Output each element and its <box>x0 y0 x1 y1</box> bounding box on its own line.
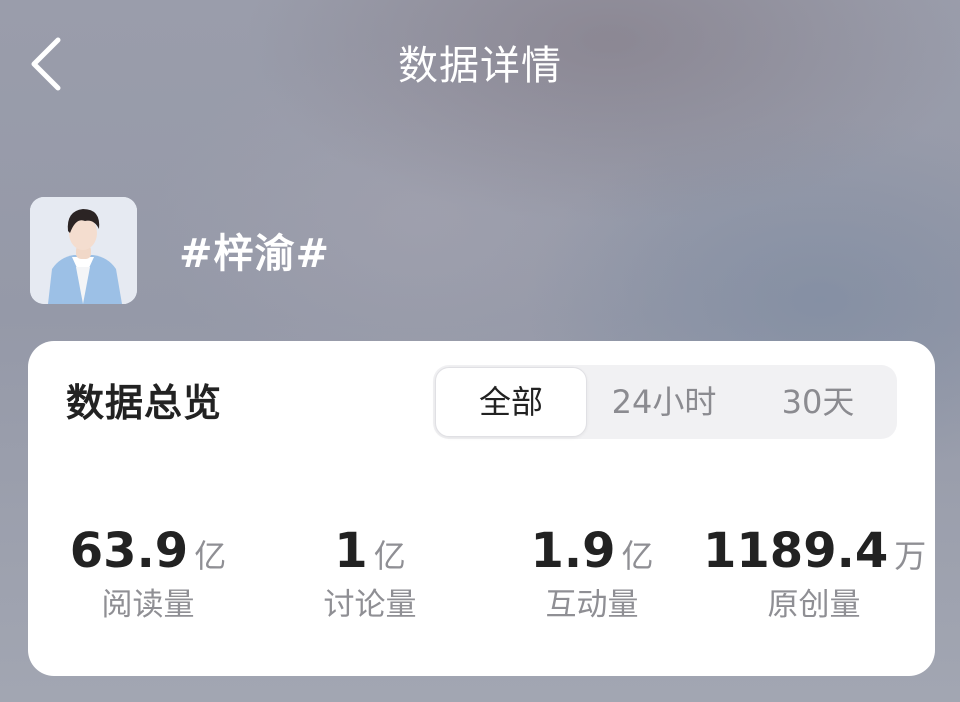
time-range-tabs: 全部 24小时 30天 <box>433 365 897 439</box>
stat-value: 1 <box>334 523 368 579</box>
stat-interaction-count: 1.9 亿 互动量 <box>481 521 703 627</box>
stat-label: 互动量 <box>545 587 639 623</box>
person-photo-icon <box>30 196 137 304</box>
stat-original-count: 1189.4 万 原创量 <box>703 521 927 627</box>
tab-all[interactable]: 全部 <box>435 367 587 437</box>
stat-value: 1.9 <box>530 523 616 579</box>
tab-30d[interactable]: 30天 <box>743 365 893 439</box>
stat-label: 讨论量 <box>323 587 417 623</box>
stat-unit: 亿 <box>194 537 227 575</box>
topic-name: #梓渝# <box>179 231 331 277</box>
stat-unit: 万 <box>894 537 927 575</box>
stat-label: 阅读量 <box>101 587 195 623</box>
stat-unit: 亿 <box>373 537 406 575</box>
tab-24h[interactable]: 24小时 <box>589 365 739 439</box>
header-bar: 数据详情 <box>0 0 960 132</box>
avatar[interactable] <box>30 196 137 304</box>
stat-unit: 亿 <box>621 537 654 575</box>
page-title: 数据详情 <box>398 43 562 89</box>
stat-value: 1189.4 <box>703 523 889 579</box>
data-overview-card: 数据总览 全部 24小时 30天 63.9 亿 阅读量 1亿 讨论量 1.9 亿 互… <box>28 341 935 676</box>
stat-label: 原创量 <box>767 587 861 623</box>
card-title: 数据总览 <box>66 381 223 425</box>
stats-row: 63.9 亿 阅读量 1亿 讨论量 1.9 亿 互动量 1189.4 万 原创量 <box>28 521 935 623</box>
stat-read-count: 63.9 亿 阅读量 <box>37 521 259 627</box>
stat-discussion-count: 1亿 讨论量 <box>259 521 481 627</box>
topic-header: #梓渝# <box>30 196 330 304</box>
stat-value: 63.9 <box>69 523 189 579</box>
